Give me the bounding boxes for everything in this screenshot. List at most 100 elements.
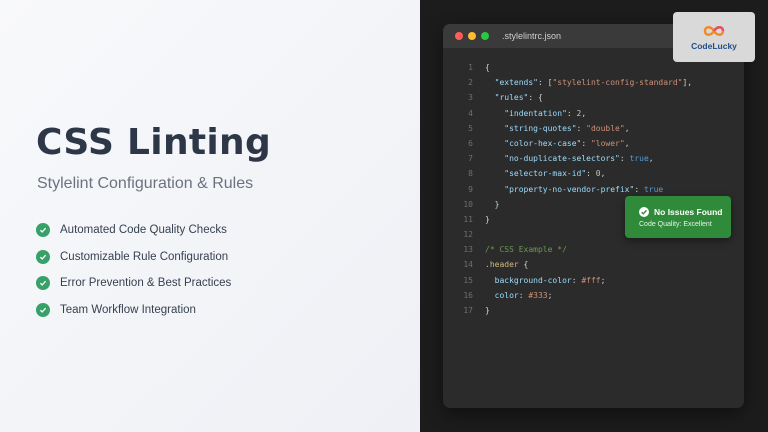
code-token: : xyxy=(619,154,630,164)
code-text: "rules": { xyxy=(485,90,543,105)
line-number: 15 xyxy=(463,275,473,285)
line-number: 16 xyxy=(463,290,473,300)
code-text: } xyxy=(485,303,490,318)
code-token: { xyxy=(518,260,529,270)
code-text: { xyxy=(485,60,490,75)
line-number: 4 xyxy=(468,108,473,118)
code-line: 9 "property-no-vendor-prefix": true xyxy=(443,182,744,197)
code-token: : xyxy=(576,123,587,133)
line-number: 8 xyxy=(468,169,473,179)
code-token: "double" xyxy=(586,123,625,133)
editor-filename: .stylelintrc.json xyxy=(502,31,562,41)
code-token: { xyxy=(485,63,490,72)
maximize-dot-icon[interactable] xyxy=(481,32,489,40)
code-text: } xyxy=(485,197,500,212)
code-token: : xyxy=(571,275,582,285)
code-token: "indentation" xyxy=(485,108,567,118)
code-text: background-color: #fff; xyxy=(485,273,606,288)
code-token: ; xyxy=(547,290,553,300)
infinity-logo-icon xyxy=(703,26,725,36)
code-area: 1{2 "extends": ["stylelint-config-standa… xyxy=(443,60,744,318)
line-number: 9 xyxy=(468,184,473,194)
check-icon xyxy=(36,249,50,264)
code-token: /* CSS Example */ xyxy=(485,245,567,255)
line-number: 6 xyxy=(468,138,473,148)
badge-subtitle: Code Quality: Excellent xyxy=(639,220,712,228)
feature-label: Team Workflow Integration xyxy=(60,303,196,316)
slide-title: CSS Linting xyxy=(36,122,272,163)
feature-list: Automated Code Quality Checks Customizab… xyxy=(36,217,231,323)
code-token: "color-hex-case" xyxy=(485,138,582,148)
code-text: "indentation": 2, xyxy=(485,106,586,121)
code-token: "rules" xyxy=(485,93,529,103)
code-token: : xyxy=(566,108,577,118)
code-token: "lower" xyxy=(590,138,625,148)
feature-item: Customizable Rule Configuration xyxy=(36,244,231,271)
check-icon xyxy=(36,223,50,238)
close-dot-icon[interactable] xyxy=(455,32,463,40)
code-text: "extends": ["stylelint-config-standard"]… xyxy=(485,75,693,90)
minimize-dot-icon[interactable] xyxy=(468,32,476,40)
code-line: 16 color: #333; xyxy=(443,288,744,303)
code-token: color xyxy=(485,290,519,300)
line-number: 10 xyxy=(463,199,473,209)
feature-item: Error Prevention & Best Practices xyxy=(36,270,231,297)
badge-title: No Issues Found xyxy=(654,206,723,217)
code-line: 3 "rules": { xyxy=(443,90,744,105)
line-number: 12 xyxy=(463,230,473,240)
code-token: , xyxy=(624,123,630,133)
logo-text: CodeLucky xyxy=(691,41,737,51)
code-token: "stylelint-config-standard" xyxy=(552,78,683,88)
code-text: /* CSS Example */ xyxy=(485,242,567,257)
check-icon xyxy=(36,302,50,317)
code-token: true xyxy=(629,154,649,164)
code-token: } xyxy=(485,306,490,315)
line-number: 11 xyxy=(463,214,473,224)
code-line: 17} xyxy=(443,303,744,318)
code-line: 4 "indentation": 2, xyxy=(443,106,744,121)
code-token: , xyxy=(600,169,606,179)
line-number: 14 xyxy=(463,260,473,270)
code-line: 5 "string-quotes": "double", xyxy=(443,121,744,136)
feature-label: Customizable Rule Configuration xyxy=(60,250,229,263)
code-text: .header { xyxy=(485,257,528,272)
line-number: 1 xyxy=(468,63,473,72)
code-token: "selector-max-id" xyxy=(485,169,587,179)
code-token: : [ xyxy=(537,78,553,88)
code-token: "no-duplicate-selectors" xyxy=(485,154,620,164)
code-token: #333 xyxy=(528,290,548,300)
code-text: } xyxy=(485,212,490,227)
code-token: } xyxy=(485,214,490,224)
code-token: #fff xyxy=(581,275,601,285)
code-line: 13 /* CSS Example */ xyxy=(443,242,744,257)
status-badge: No Issues Found Code Quality: Excellent xyxy=(625,196,731,238)
code-text: "no-duplicate-selectors": true, xyxy=(485,151,653,166)
code-line: 6 "color-hex-case": "lower", xyxy=(443,136,744,151)
line-number: 7 xyxy=(468,154,473,164)
check-circle-icon xyxy=(639,206,649,217)
code-token: ], xyxy=(682,78,693,88)
left-panel: CSS Linting Stylelint Configuration & Ru… xyxy=(0,0,420,432)
code-token: "extends" xyxy=(485,78,538,88)
feature-item: Team Workflow Integration xyxy=(36,297,231,324)
code-text: "selector-max-id": 0, xyxy=(485,166,605,181)
slide-subtitle: Stylelint Configuration & Rules xyxy=(37,175,254,192)
code-token: } xyxy=(485,199,500,209)
feature-item: Automated Code Quality Checks xyxy=(36,217,231,244)
code-token: true xyxy=(643,184,664,194)
feature-label: Error Prevention & Best Practices xyxy=(60,277,232,290)
line-number: 13 xyxy=(463,245,473,255)
code-token: , xyxy=(581,108,587,118)
code-token: : { xyxy=(528,93,543,103)
line-number: 3 xyxy=(468,93,473,103)
line-number: 5 xyxy=(468,123,473,133)
check-icon xyxy=(36,276,50,291)
code-token: "property-no-vendor-prefix" xyxy=(485,184,635,194)
code-text: "color-hex-case": "lower", xyxy=(485,136,629,151)
code-token: : xyxy=(586,169,596,179)
code-text: "property-no-vendor-prefix": true xyxy=(485,182,663,197)
code-line: 1{ xyxy=(443,60,744,75)
code-text: color: #333; xyxy=(485,288,553,303)
codelucky-logo: CodeLucky xyxy=(673,12,755,62)
line-number: 17 xyxy=(463,306,473,315)
